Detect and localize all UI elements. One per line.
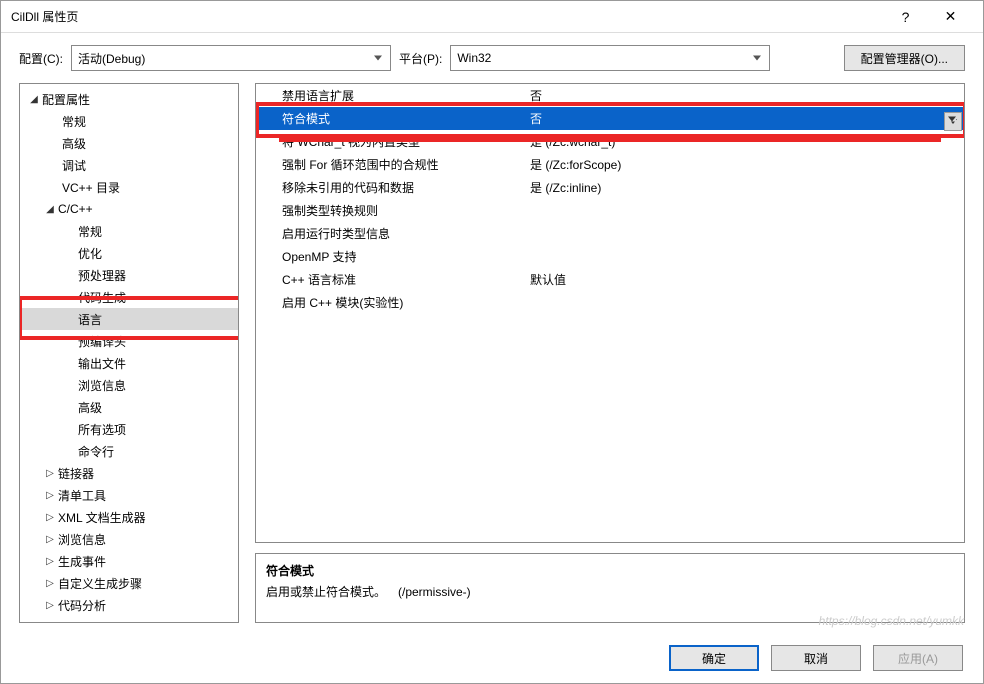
platform-label: 平台(P): <box>399 50 442 67</box>
description-panel: 符合模式 启用或禁止符合模式。 (/permissive-) <box>255 553 965 623</box>
tree-item[interactable]: ▷链接器 <box>20 462 238 484</box>
tree-item[interactable]: 高级 <box>20 132 238 154</box>
right-pane: 禁用语言扩展否 符合模式 否 将 WChar_t 视为内置类型是 (/Zc:wc… <box>255 83 965 623</box>
tree-item-language[interactable]: 语言 <box>20 308 238 330</box>
dialog-footer: 确定 取消 应用(A) <box>1 633 983 683</box>
tree-item[interactable]: 浏览信息 <box>20 374 238 396</box>
platform-select[interactable]: Win32 <box>450 45 770 71</box>
tree-item[interactable]: ▷XML 文档生成器 <box>20 506 238 528</box>
grid-row[interactable]: 禁用语言扩展否 <box>256 84 964 107</box>
property-page-window: CilDll 属性页 ? ✕ 配置(C): 活动(Debug) 平台(P): W… <box>0 0 984 684</box>
titlebar: CilDll 属性页 ? ✕ <box>1 1 983 33</box>
tree-item[interactable]: 预处理器 <box>20 264 238 286</box>
tree-item[interactable]: 所有选项 <box>20 418 238 440</box>
config-row: 配置(C): 活动(Debug) 平台(P): Win32 配置管理器(O)..… <box>1 33 983 83</box>
close-button[interactable]: ✕ <box>928 2 973 32</box>
tree-item[interactable]: 优化 <box>20 242 238 264</box>
nav-tree[interactable]: ◢配置属性 常规 高级 调试 VC++ 目录 ◢C/C++ 常规 优化 预处理器… <box>19 83 239 623</box>
tree-item[interactable]: 预编译头 <box>20 330 238 352</box>
grid-row[interactable]: 启用 C++ 模块(实验性) <box>256 291 964 314</box>
tree-item[interactable]: 常规 <box>20 220 238 242</box>
tree-item[interactable]: VC++ 目录 <box>20 176 238 198</box>
window-title: CilDll 属性页 <box>11 8 883 25</box>
dropdown-icon[interactable] <box>944 112 962 131</box>
help-button[interactable]: ? <box>883 2 928 32</box>
config-select[interactable]: 活动(Debug) <box>71 45 391 71</box>
grid-row[interactable]: OpenMP 支持 <box>256 245 964 268</box>
tree-item[interactable]: ▷自定义生成步骤 <box>20 572 238 594</box>
grid-row[interactable]: 启用运行时类型信息 <box>256 222 964 245</box>
tree-cpp[interactable]: ◢C/C++ <box>20 198 238 220</box>
desc-body: 启用或禁止符合模式。 (/permissive-) <box>266 583 954 600</box>
tree-item[interactable]: 输出文件 <box>20 352 238 374</box>
tree-item[interactable]: 高级 <box>20 396 238 418</box>
tree-item[interactable]: ▷生成事件 <box>20 550 238 572</box>
config-label: 配置(C): <box>19 50 63 67</box>
platform-value: Win32 <box>457 51 491 65</box>
ok-button[interactable]: 确定 <box>669 645 759 671</box>
tree-item[interactable]: 代码生成 <box>20 286 238 308</box>
grid-row[interactable]: 移除未引用的代码和数据是 (/Zc:inline) <box>256 176 964 199</box>
grid-row-selected[interactable]: 符合模式 否 <box>256 107 964 130</box>
apply-button[interactable]: 应用(A) <box>873 645 963 671</box>
grid-row[interactable]: 强制 For 循环范围中的合规性是 (/Zc:forScope) <box>256 153 964 176</box>
grid-row[interactable]: C++ 语言标准默认值 <box>256 268 964 291</box>
grid-row[interactable]: 强制类型转换规则 <box>256 199 964 222</box>
desc-title: 符合模式 <box>266 562 954 579</box>
config-manager-button[interactable]: 配置管理器(O)... <box>844 45 965 71</box>
config-value: 活动(Debug) <box>78 50 145 67</box>
tree-root[interactable]: ◢配置属性 <box>20 88 238 110</box>
property-grid[interactable]: 禁用语言扩展否 符合模式 否 将 WChar_t 视为内置类型是 (/Zc:wc… <box>255 83 965 543</box>
dialog-body: ◢配置属性 常规 高级 调试 VC++ 目录 ◢C/C++ 常规 优化 预处理器… <box>1 83 983 633</box>
tree-item[interactable]: 命令行 <box>20 440 238 462</box>
highlight-strike <box>279 138 941 142</box>
tree-item[interactable]: 常规 <box>20 110 238 132</box>
tree-item[interactable]: ▷浏览信息 <box>20 528 238 550</box>
tree-item[interactable]: ▷清单工具 <box>20 484 238 506</box>
tree-item[interactable]: 调试 <box>20 154 238 176</box>
cancel-button[interactable]: 取消 <box>771 645 861 671</box>
tree-item[interactable]: ▷代码分析 <box>20 594 238 616</box>
